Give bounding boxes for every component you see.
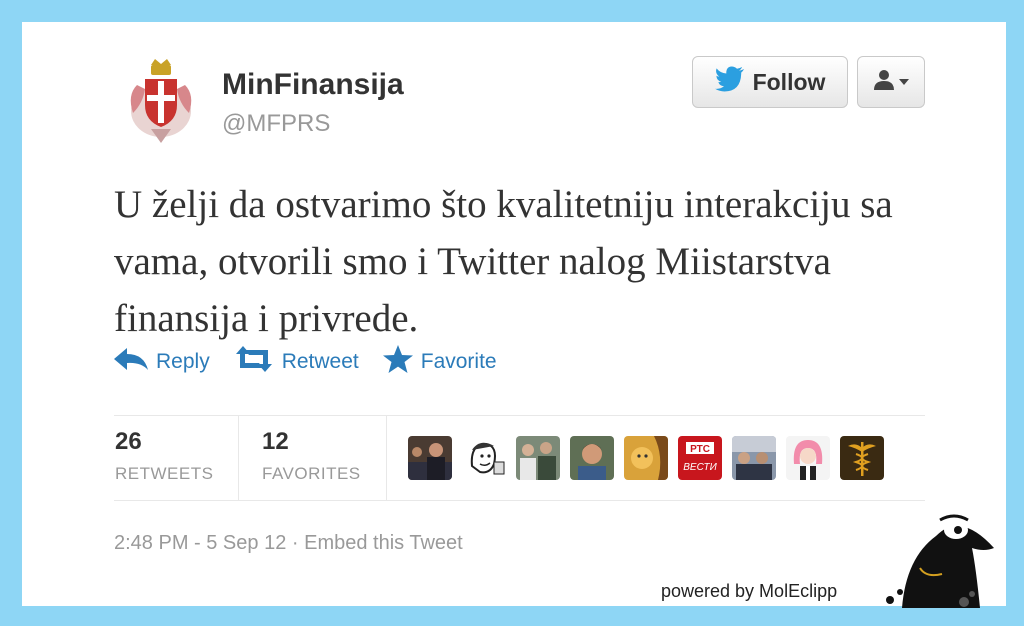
reply-button[interactable]: Reply <box>114 348 210 376</box>
avatar-crowd-icon[interactable] <box>516 436 560 480</box>
powered-by-text: powered by MolEclipp <box>661 581 838 601</box>
chevron-down-icon <box>899 73 909 91</box>
favorite-label: Favorite <box>420 350 497 373</box>
stat-divider <box>238 416 239 500</box>
molecule-mole-mascot-icon <box>880 508 1006 608</box>
display-name[interactable]: MinFinansija <box>222 68 404 102</box>
reply-arrow-icon <box>114 348 148 376</box>
follow-button-label: Follow <box>752 68 826 95</box>
star-icon <box>382 345 413 379</box>
avatar-group-icon[interactable] <box>732 436 776 480</box>
avatar-caduceus-icon[interactable] <box>840 436 884 480</box>
timestamp-link[interactable]: 2:48 PM - 5 Sep 12 <box>114 532 286 554</box>
divider <box>114 500 925 501</box>
embed-tweet-link[interactable]: Embed this Tweet <box>304 532 463 554</box>
person-icon <box>873 69 895 96</box>
avatar-office-icon[interactable] <box>408 436 452 480</box>
twitter-bird-icon <box>714 66 745 98</box>
vesti-logo-text: ВЕСТИ <box>683 462 717 473</box>
serbia-coat-of-arms-icon[interactable] <box>113 55 209 151</box>
divider <box>114 415 925 416</box>
favorite-button[interactable]: Favorite <box>382 345 497 379</box>
avatar-yellow-icon[interactable] <box>624 436 668 480</box>
user-handle[interactable]: @MFPRS <box>222 110 330 138</box>
retweet-icon <box>234 346 274 378</box>
reply-label: Reply <box>156 350 210 373</box>
tweet-actions: Reply Retweet Favorite <box>114 345 497 379</box>
avatar-cartoon-icon[interactable] <box>462 436 506 480</box>
tweet-meta: 2:48 PM - 5 Sep 12 · Embed this Tweet <box>114 532 463 555</box>
retweets-count: 26 <box>115 428 142 455</box>
favorites-label: FAVORITES <box>262 464 361 483</box>
stat-divider <box>386 416 387 500</box>
retweet-label: Retweet <box>281 350 359 373</box>
retweet-button[interactable]: Retweet <box>234 346 359 378</box>
meta-separator: · <box>291 532 299 554</box>
retweets-label: RETWEETS <box>115 464 214 483</box>
favorites-count: 12 <box>262 428 289 455</box>
favoriter-avatars: РТС ВЕСТИ <box>408 436 884 480</box>
rts-logo-text: РТС <box>690 444 710 455</box>
retweets-stat[interactable]: 26 RETWEETS <box>115 428 213 484</box>
avatar-pink-hair-icon[interactable] <box>786 436 830 480</box>
avatar-rts-vesti-icon[interactable]: РТС ВЕСТИ <box>678 436 722 480</box>
tweet-text: U želji da ostvarimo što kvalitetniju in… <box>114 183 893 340</box>
avatar-man-icon[interactable] <box>570 436 614 480</box>
favorites-stat[interactable]: 12 FAVORITES <box>262 428 361 484</box>
follow-button[interactable]: Follow <box>692 56 848 108</box>
user-actions-dropdown[interactable] <box>857 56 925 108</box>
